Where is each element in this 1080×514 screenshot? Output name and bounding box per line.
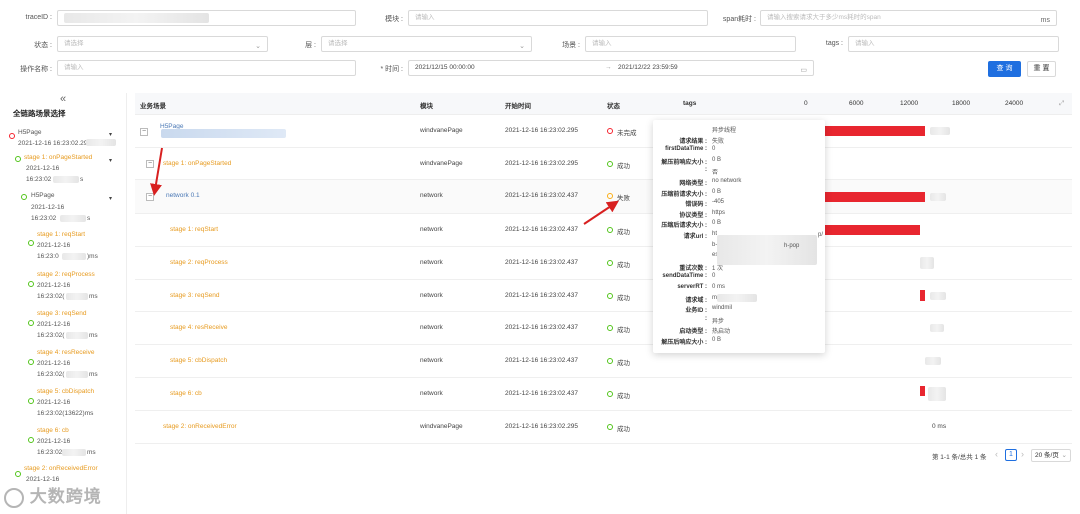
watermark-text: 大数跨境 <box>29 487 102 506</box>
watermark: 大数跨境 <box>4 482 102 508</box>
annotation-arrows <box>150 147 619 225</box>
red-arrow <box>150 147 163 196</box>
watermark-logo <box>4 487 24 508</box>
red-arrow <box>583 200 619 225</box>
